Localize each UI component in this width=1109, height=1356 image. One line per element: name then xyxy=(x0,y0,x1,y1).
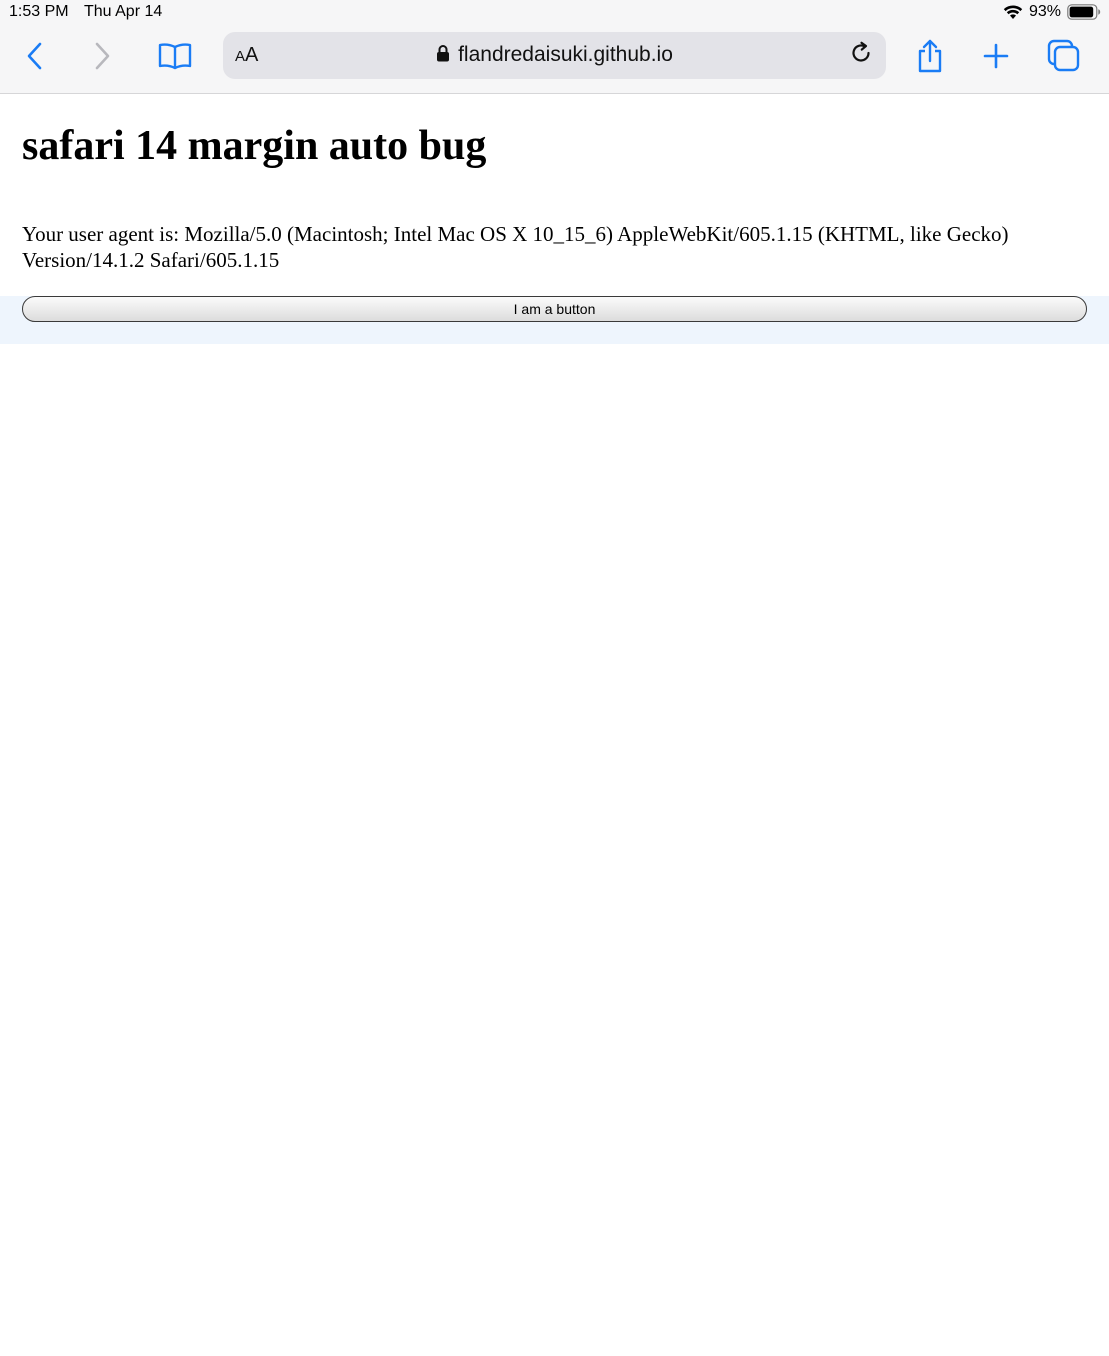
reload-button[interactable] xyxy=(844,38,878,72)
browser-toolbar: AA flandredaisuki.github.io xyxy=(0,26,1109,94)
battery-percent: 93% xyxy=(1028,3,1061,20)
lock-icon xyxy=(436,44,450,67)
bookmarks-button[interactable] xyxy=(153,36,197,80)
chevron-right-icon xyxy=(94,42,110,75)
new-tab-button[interactable] xyxy=(974,36,1018,80)
tabs-icon xyxy=(1047,39,1081,78)
forward-button[interactable] xyxy=(80,36,124,80)
battery-icon xyxy=(1067,4,1101,20)
user-agent-text: Your user agent is: Mozilla/5.0 (Macinto… xyxy=(22,222,1009,272)
status-indicators: 93% xyxy=(1003,3,1101,21)
share-button[interactable] xyxy=(908,36,952,80)
chevron-left-icon xyxy=(27,42,43,75)
url-display: flandredaisuki.github.io xyxy=(223,43,886,67)
url-text: flandredaisuki.github.io xyxy=(458,43,673,66)
reload-icon xyxy=(849,41,873,70)
back-button[interactable] xyxy=(13,36,57,80)
status-bar: 1:53 PM Thu Apr 14 93% xyxy=(0,0,1109,26)
plus-icon xyxy=(982,42,1010,75)
page-title: safari 14 margin auto bug xyxy=(22,123,487,169)
tabs-overview-button[interactable] xyxy=(1042,36,1086,80)
button-container: I am a button xyxy=(0,296,1109,344)
wifi-icon xyxy=(1003,4,1023,20)
address-bar[interactable]: AA flandredaisuki.github.io xyxy=(223,32,886,79)
demo-button[interactable]: I am a button xyxy=(22,296,1087,322)
book-icon xyxy=(158,42,192,75)
status-time: 1:53 PM xyxy=(9,3,69,20)
share-icon xyxy=(916,39,944,78)
status-date: Thu Apr 14 xyxy=(84,3,163,20)
